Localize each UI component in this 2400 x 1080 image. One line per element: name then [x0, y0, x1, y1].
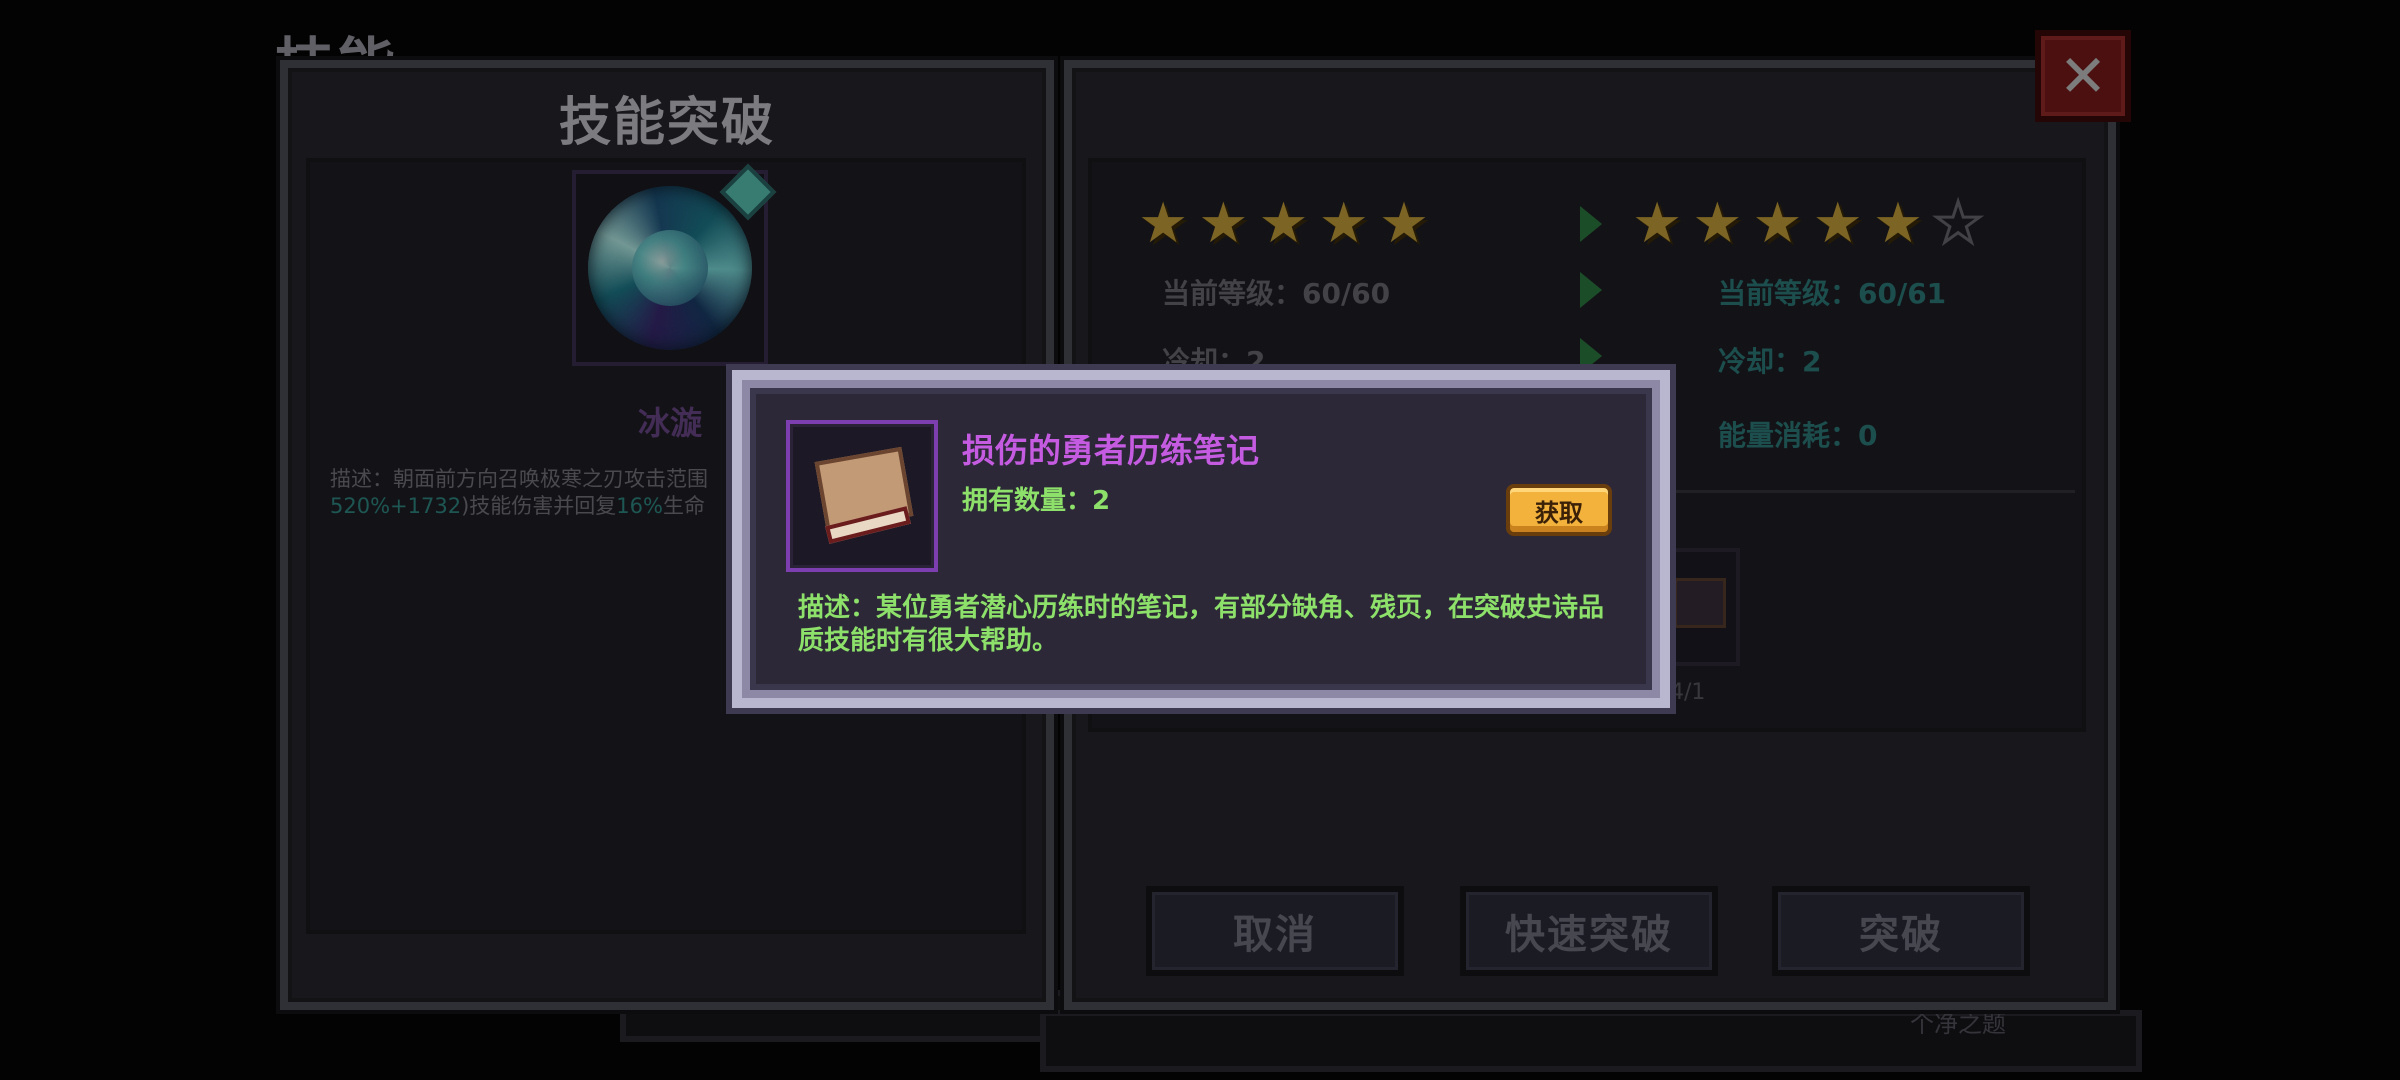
item-icon-frame — [786, 420, 938, 572]
item-description: 描述：某位勇者潜心历练时的笔记，有部分缺角、残页，在突破史诗品质技能时有很大帮助… — [798, 593, 1605, 656]
get-button[interactable]: 获取 — [1506, 484, 1612, 536]
item-name: 损伤的勇者历练笔记 — [962, 431, 1259, 470]
item-owned-count: 拥有数量：2 — [962, 486, 1111, 516]
